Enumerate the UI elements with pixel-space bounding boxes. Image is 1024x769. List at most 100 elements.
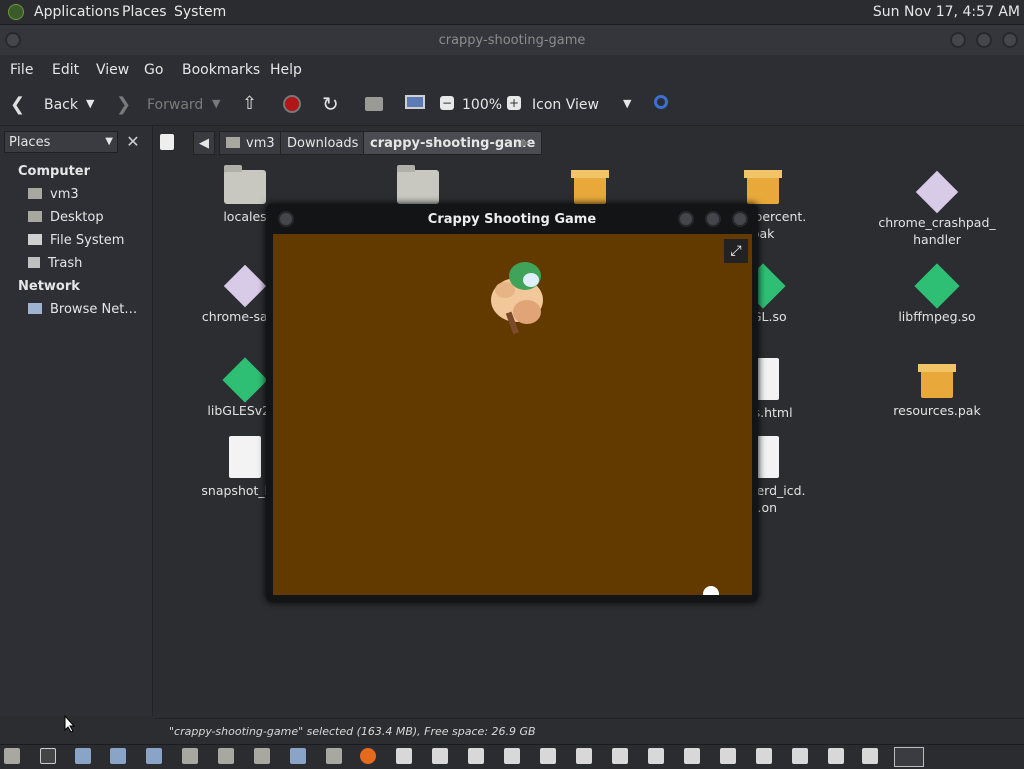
back-arrow-icon[interactable]: ❮: [10, 94, 25, 115]
system-menu[interactable]: System: [174, 4, 226, 20]
status-bar: "crappy-shooting-game" selected (163.4 M…: [155, 718, 1024, 745]
menu-go[interactable]: Go: [144, 62, 163, 78]
drive-icon: [28, 234, 42, 245]
taskbar-document-icon[interactable]: [828, 748, 844, 764]
taskbar-document-icon[interactable]: [792, 748, 808, 764]
package-icon: [918, 364, 956, 398]
sidebar-item-browse-network[interactable]: Browse Net…: [28, 302, 137, 317]
game-maximize-button[interactable]: [705, 211, 721, 227]
location-toggle-icon[interactable]: [160, 134, 174, 150]
computer-icon[interactable]: [405, 95, 425, 109]
folder-icon: [224, 165, 266, 204]
taskbar-document-icon[interactable]: [720, 748, 736, 764]
places-menu[interactable]: Places: [122, 4, 167, 20]
sidebar-item-desktop[interactable]: Desktop: [28, 210, 104, 225]
taskbar-folder-icon[interactable]: [254, 748, 270, 764]
stop-icon[interactable]: [283, 95, 301, 113]
search-icon[interactable]: [654, 95, 668, 109]
breadcrumb-downloads[interactable]: Downloads: [280, 131, 366, 155]
breadcrumb-current[interactable]: crappy-shooting-game: [363, 131, 543, 155]
sidebar-heading-computer: Computer: [18, 164, 91, 179]
close-button[interactable]: [1002, 32, 1018, 48]
menu-file[interactable]: File: [10, 62, 33, 78]
taskbar-document-icon[interactable]: [862, 748, 878, 764]
taskbar-document-icon[interactable]: [648, 748, 664, 764]
sidebar-item-label: File System: [50, 233, 125, 248]
taskbar-window-icon[interactable]: [110, 748, 126, 764]
forward-arrow-icon[interactable]: ❯: [116, 94, 131, 115]
show-desktop-icon[interactable]: [4, 748, 20, 764]
path-scroll-left-button[interactable]: ◀: [193, 131, 215, 155]
file-item[interactable]: [530, 170, 650, 208]
applications-menu[interactable]: Applications: [34, 4, 120, 20]
sidebar-item-trash[interactable]: Trash: [28, 256, 82, 271]
path-bar: ◀ vm3 Downloads crappy-shooting-game ▶: [155, 128, 1024, 158]
menu-bookmarks[interactable]: Bookmarks: [182, 62, 260, 78]
game-window[interactable]: Crappy Shooting Game ⤢: [266, 204, 758, 602]
file-name: libffmpeg.so: [898, 309, 976, 324]
taskbar-folder-icon[interactable]: [182, 748, 198, 764]
taskbar-document-icon[interactable]: [396, 748, 412, 764]
sidebar-close-icon[interactable]: ✕: [122, 131, 144, 153]
sidebar-places-select[interactable]: Places ▼: [4, 131, 118, 153]
zoom-out-icon[interactable]: −: [440, 96, 454, 110]
path-scroll-right-icon[interactable]: ▶: [521, 136, 529, 149]
taskbar: [0, 744, 1024, 769]
breadcrumb-vm3[interactable]: vm3: [219, 131, 282, 155]
view-mode-dropdown-icon[interactable]: ▼: [623, 97, 631, 110]
game-close-button[interactable]: [732, 211, 748, 227]
zoom-level[interactable]: 100%: [462, 97, 502, 113]
mouse-cursor-icon: [64, 715, 76, 733]
menu-edit[interactable]: Edit: [52, 62, 79, 78]
file-name: resources.pak: [893, 403, 981, 418]
enemy-sprite: [703, 586, 719, 595]
package-icon: [744, 170, 782, 204]
file-name: chrome_crashpad_ handler: [878, 215, 996, 247]
distro-logo-icon[interactable]: [8, 4, 24, 20]
taskbar-document-icon[interactable]: [684, 748, 700, 764]
reload-icon[interactable]: ↻: [322, 92, 339, 116]
view-mode-select[interactable]: Icon View: [532, 97, 599, 113]
file-item[interactable]: [358, 165, 478, 208]
taskbar-document-icon[interactable]: [612, 748, 628, 764]
taskbar-window-icon[interactable]: [75, 748, 91, 764]
taskbar-folder-icon[interactable]: [326, 748, 342, 764]
menu-help[interactable]: Help: [270, 62, 302, 78]
up-arrow-icon[interactable]: ⇧: [242, 93, 257, 114]
taskbar-document-icon[interactable]: [540, 748, 556, 764]
taskbar-document-icon[interactable]: [468, 748, 484, 764]
taskbar-folder-icon[interactable]: [218, 748, 234, 764]
taskbar-document-icon[interactable]: [576, 748, 592, 764]
maximize-button[interactable]: [976, 32, 992, 48]
status-text: "crappy-shooting-game" selected (163.4 M…: [169, 725, 536, 738]
firefox-icon[interactable]: [360, 748, 376, 764]
back-button[interactable]: Back: [44, 97, 78, 113]
back-history-dropdown-icon[interactable]: ▼: [86, 97, 94, 110]
file-item[interactable]: libffmpeg.so: [877, 263, 997, 325]
game-canvas[interactable]: [273, 234, 752, 595]
taskbar-document-icon[interactable]: [432, 748, 448, 764]
forward-history-dropdown-icon[interactable]: ▼: [212, 97, 220, 110]
terminal-icon[interactable]: [40, 748, 56, 764]
taskbar-document-icon[interactable]: [756, 748, 772, 764]
forward-button[interactable]: Forward: [147, 97, 203, 113]
clock[interactable]: Sun Nov 17, 4:57 AM: [873, 4, 1020, 20]
menu-view[interactable]: View: [96, 62, 129, 78]
sidebar-heading-network: Network: [18, 279, 80, 294]
game-minimize-button[interactable]: [678, 211, 694, 227]
zoom-in-icon[interactable]: +: [507, 96, 521, 110]
file-item[interactable]: resources.pak: [877, 358, 997, 419]
taskbar-document-icon[interactable]: [504, 748, 520, 764]
home-folder-icon[interactable]: [365, 97, 383, 111]
fullscreen-toggle-icon[interactable]: ⤢: [724, 239, 748, 263]
sidebar-item-label: vm3: [50, 187, 79, 202]
file-item[interactable]: chrome_crashpad_ handler: [877, 170, 997, 248]
minimize-button[interactable]: [950, 32, 966, 48]
sidebar-item-vm3[interactable]: vm3: [28, 187, 79, 202]
taskbar-window-icon[interactable]: [290, 748, 306, 764]
sidebar-item-filesystem[interactable]: File System: [28, 233, 124, 248]
window-titlebar[interactable]: crappy-shooting-game: [0, 25, 1024, 55]
taskbar-active-window[interactable]: [894, 747, 924, 767]
sidebar-item-label: Browse Net…: [50, 302, 138, 317]
taskbar-window-icon[interactable]: [146, 748, 162, 764]
